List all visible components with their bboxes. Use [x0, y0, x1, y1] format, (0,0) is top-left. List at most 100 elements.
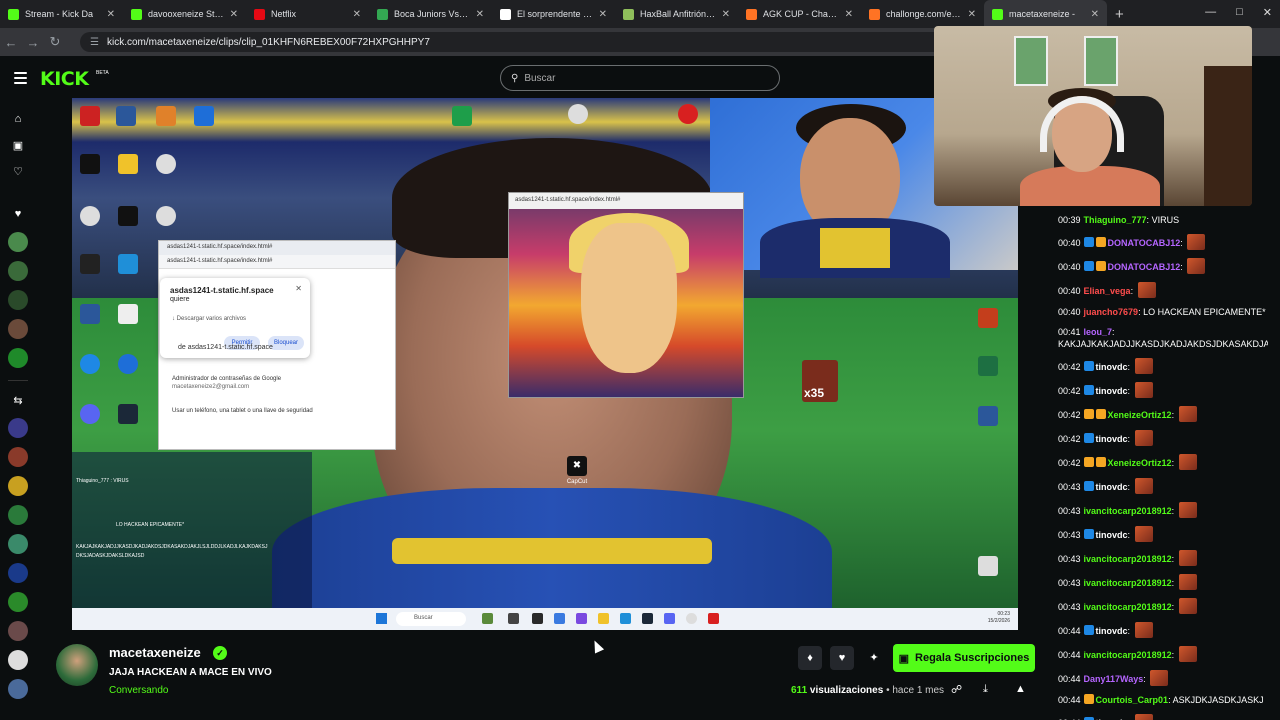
browser-tab[interactable]: macetaxeneize - ✕ — [984, 0, 1107, 28]
kick-logo[interactable]: KICK — [40, 68, 89, 90]
followed-channel-avatar[interactable] — [8, 348, 28, 368]
recommended-channel-avatar[interactable] — [8, 476, 28, 496]
chat-username[interactable]: leou_7 — [1084, 327, 1113, 337]
taskbar-edge-icon — [620, 613, 631, 624]
search-placeholder: Buscar — [524, 72, 556, 84]
chat-username[interactable]: tinovdc — [1096, 530, 1128, 540]
followed-channel-avatar[interactable] — [8, 232, 28, 252]
chat-username[interactable]: tinovdc — [1096, 626, 1128, 636]
tab-close-icon[interactable]: ✕ — [1091, 9, 1099, 20]
tab-close-icon[interactable]: ✕ — [968, 9, 976, 20]
chat-username[interactable]: ivancitocarp2018912 — [1084, 578, 1172, 588]
gift-subscriptions-button[interactable]: ▣ Regala Suscripciones — [893, 644, 1035, 672]
browser-tab[interactable]: HaxBall Anfitrión sin ✕ — [615, 0, 738, 28]
recommended-channel-avatar[interactable] — [8, 447, 28, 467]
notifications-button[interactable]: ♦ — [798, 646, 822, 670]
browser-tab[interactable]: Boca Juniors Vs Instit ✕ — [369, 0, 492, 28]
chat-username[interactable]: juancho7679 — [1084, 307, 1139, 317]
new-tab-icon[interactable]: + — [1115, 6, 1124, 23]
tab-close-icon[interactable]: ✕ — [230, 9, 238, 20]
search-input[interactable]: ⚲ Buscar — [500, 65, 780, 91]
back-icon[interactable]: ← — [0, 35, 22, 50]
chat-username[interactable]: ivancitocarp2018912 — [1084, 554, 1172, 564]
recommended-channel-avatar[interactable] — [8, 505, 28, 525]
chat-badge-icon — [1083, 409, 1094, 419]
recommended-channel-avatar[interactable] — [8, 418, 28, 438]
tab-title: macetaxeneize - — [1009, 9, 1076, 19]
browser-tab[interactable]: AGK CUP - Challonge ✕ — [738, 0, 861, 28]
clip-button[interactable]: ✦ — [862, 646, 886, 670]
followed-heart-icon[interactable]: ♥ — [11, 207, 25, 221]
chat-badge-icon — [1083, 433, 1094, 443]
recommended-channel-avatar[interactable] — [8, 650, 28, 670]
clip-video-player[interactable]: asdas1241-t.static.hf.space/index.html# … — [72, 98, 1018, 630]
tab-close-icon[interactable]: ✕ — [353, 9, 361, 20]
chat-separator: : — [1127, 386, 1133, 396]
chat-username[interactable]: tinovdc — [1096, 386, 1128, 396]
site-info-icon[interactable]: ☰ — [90, 37, 99, 48]
channel-name[interactable]: macetaxeneize — [109, 645, 201, 660]
chat-username[interactable]: ivancitocarp2018912 — [1084, 602, 1172, 612]
chat-username[interactable]: tinovdc — [1096, 434, 1128, 444]
recommended-channel-avatar[interactable] — [8, 534, 28, 554]
browser-tab[interactable]: Netflix ✕ — [246, 0, 369, 28]
recommended-channel-avatar[interactable] — [8, 592, 28, 612]
wall-poster — [1014, 36, 1048, 86]
clip-age: • hace 1 mes — [886, 685, 945, 696]
followed-channel-avatar[interactable] — [8, 319, 28, 339]
forward-icon[interactable]: → — [22, 35, 44, 50]
tab-favicon-icon — [869, 8, 880, 20]
chat-username[interactable]: XeneizeOrtiz12 — [1108, 458, 1172, 468]
report-icon[interactable]: ▲ — [1015, 683, 1026, 695]
browse-icon[interactable]: ▣ — [11, 139, 25, 153]
recommended-channel-avatar[interactable] — [8, 621, 28, 641]
minimize-icon[interactable]: — — [1205, 6, 1216, 19]
tab-close-icon[interactable]: ✕ — [722, 9, 730, 20]
following-icon[interactable]: ♡ — [11, 165, 25, 179]
tab-close-icon[interactable]: ✕ — [845, 9, 853, 20]
menu-icon[interactable] — [14, 72, 27, 87]
block-button: Bloquear — [268, 336, 304, 350]
recommended-channel-avatar[interactable] — [8, 679, 28, 699]
browser-tab[interactable]: Stream - Kick Da ✕ — [0, 0, 123, 28]
maximize-icon[interactable]: □ — [1236, 6, 1243, 19]
chat-username[interactable]: DONATOCABJ12 — [1108, 238, 1181, 248]
chat-timestamp: 00:43 — [1058, 482, 1081, 492]
chat-message: 00:42 tinovdc: — [1058, 430, 1268, 446]
tab-close-icon[interactable]: ✕ — [107, 9, 115, 20]
download-icon[interactable]: ⤓ — [983, 683, 988, 696]
popup-titlebar: asdas1241-t.static.hf.space/index.html# — [159, 241, 395, 255]
chat-username[interactable]: ivancitocarp2018912 — [1084, 506, 1172, 516]
category-link[interactable]: Conversando — [109, 685, 168, 696]
close-window-icon[interactable]: ✕ — [1263, 6, 1272, 19]
chat-badge-icon — [1095, 261, 1106, 271]
reload-icon[interactable]: ↻ — [44, 34, 66, 50]
home-icon[interactable]: ⌂ — [11, 112, 25, 126]
chat-username[interactable]: Thiaguino_777 — [1084, 215, 1147, 225]
channel-avatar[interactable] — [56, 644, 98, 686]
browser-tab[interactable]: El sorprendente Hom ✕ — [492, 0, 615, 28]
chat-username[interactable]: ivancitocarp2018912 — [1084, 650, 1172, 660]
chat-username[interactable]: DONATOCABJ12 — [1108, 262, 1181, 272]
chat-username[interactable]: Courtois_Carp01 — [1096, 695, 1169, 705]
chat-username[interactable]: tinovdc — [1096, 482, 1128, 492]
followed-channel-avatar[interactable] — [8, 290, 28, 310]
recommended-channel-avatar[interactable] — [8, 563, 28, 583]
tab-close-icon[interactable]: ✕ — [599, 9, 607, 20]
tab-close-icon[interactable]: ✕ — [476, 9, 484, 20]
perm-action-text: Descargar varios archivos — [176, 316, 247, 322]
chat-username[interactable]: Elian_vega — [1084, 286, 1131, 296]
chat-username[interactable]: Dany117Ways — [1084, 674, 1144, 684]
chat-username[interactable]: XeneizeOrtiz12 — [1108, 410, 1172, 420]
browser-tab[interactable]: challonge.com/es/en ✕ — [861, 0, 984, 28]
chat-username[interactable]: tinovdc — [1096, 362, 1128, 372]
chat-emote-icon — [1178, 574, 1197, 590]
chat-emote-icon — [1187, 258, 1206, 274]
recommended-icon[interactable]: ⇆ — [11, 394, 25, 408]
share-icon[interactable]: ☍ — [951, 683, 962, 696]
taskbar-steam-icon — [642, 613, 653, 624]
browser-tab[interactable]: davooxeneize Stream ✕ — [123, 0, 246, 28]
followed-channel-avatar[interactable] — [8, 261, 28, 281]
follow-button[interactable]: ♥ — [830, 646, 854, 670]
chat-badge-icon — [1095, 237, 1106, 247]
